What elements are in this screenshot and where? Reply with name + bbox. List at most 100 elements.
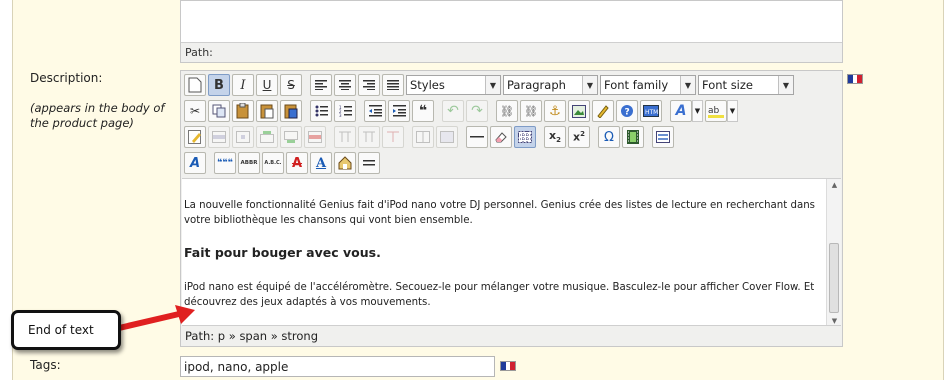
edit-icon[interactable] (184, 126, 206, 148)
scroll-up-icon[interactable]: ▲ (827, 179, 841, 191)
nonbreaking-icon[interactable] (358, 152, 380, 174)
delete-row-icon[interactable] (304, 126, 326, 148)
insert-row-before-icon[interactable] (256, 126, 278, 148)
styles-select[interactable]: Styles ▼ (406, 75, 501, 95)
align-center-icon[interactable] (334, 74, 356, 96)
del-icon[interactable]: A (286, 152, 308, 174)
content-paragraph: iPod nano est équipé de l'accéléromètre.… (184, 282, 815, 308)
chevron-down-icon: ▼ (485, 76, 500, 94)
paste-text-icon[interactable] (256, 100, 278, 122)
chevron-down-icon[interactable]: ▼ (727, 100, 738, 122)
chevron-down-icon: ▼ (778, 76, 793, 94)
previous-editor[interactable]: Path: (180, 0, 843, 63)
strikethrough-icon[interactable]: S (280, 74, 302, 96)
outdent-icon[interactable] (364, 100, 386, 122)
italic-icon[interactable]: I (232, 74, 254, 96)
format-select-value: Paragraph (507, 78, 566, 92)
insert-row-after-icon[interactable] (280, 126, 302, 148)
svg-text:ab: ab (708, 106, 720, 116)
underline-icon[interactable]: U (256, 74, 278, 96)
svg-text:3: 3 (339, 113, 342, 117)
background-color-button[interactable]: ab ▼ (705, 100, 738, 122)
style-props-icon[interactable]: A (184, 152, 206, 174)
special-char-icon[interactable]: Ω (598, 126, 620, 148)
text-color-button[interactable]: A ▼ (670, 100, 703, 122)
description-hint: (appears in the body of the product page… (30, 101, 165, 130)
help-icon[interactable]: ? (616, 100, 638, 122)
align-left-icon[interactable] (310, 74, 332, 96)
delete-col-icon[interactable] (382, 126, 404, 148)
merge-cells-icon[interactable] (436, 126, 458, 148)
callout-text: End of text (28, 323, 94, 337)
cell-props-icon[interactable] (232, 126, 254, 148)
indent-icon[interactable] (388, 100, 410, 122)
numbered-list-icon[interactable]: 123 (334, 100, 356, 122)
editor-content-area[interactable]: La nouvelle fonctionnalité Genius fait d… (182, 178, 841, 326)
format-select[interactable]: Paragraph ▼ (503, 75, 598, 95)
svg-text:HTML: HTML (645, 109, 659, 116)
media-icon[interactable] (622, 126, 644, 148)
font-size-select[interactable]: Font size ▼ (698, 75, 794, 95)
chevron-down-icon: ▼ (582, 76, 597, 94)
copy-icon[interactable] (208, 100, 230, 122)
tags-input[interactable]: ipod, nano, apple (180, 356, 495, 377)
insert-col-before-icon[interactable] (334, 126, 356, 148)
right-margin (943, 0, 949, 380)
scrollbar-thumb[interactable] (829, 243, 839, 313)
editor-scrollbar[interactable]: ▲ ▼ (826, 179, 841, 326)
bullet-list-icon[interactable] (310, 100, 332, 122)
unlink-icon[interactable]: ⛓ (520, 100, 542, 122)
editor-path-bar: Path: p » span » strong (182, 325, 841, 345)
annotation-arrow (116, 305, 195, 331)
language-flag-icon[interactable] (847, 74, 863, 84)
annotation-callout: End of text (11, 310, 121, 350)
row-props-icon[interactable] (208, 126, 230, 148)
image-icon[interactable] (568, 100, 590, 122)
html-source-icon[interactable]: HTML (640, 100, 662, 122)
styles-select-value: Styles (410, 78, 445, 92)
template-icon[interactable] (652, 126, 674, 148)
description-label: Description: (30, 71, 103, 85)
redo-icon[interactable]: ↷ (466, 100, 488, 122)
text-color-icon[interactable]: A (670, 100, 692, 122)
anchor-icon[interactable]: ⚓ (544, 100, 566, 122)
insert-col-after-icon[interactable] (358, 126, 380, 148)
new-document-icon[interactable] (184, 74, 206, 96)
paste-word-icon[interactable] (280, 100, 302, 122)
link-icon[interactable]: ⛓ (496, 100, 518, 122)
abbr-icon[interactable]: ABBR (238, 152, 260, 174)
acronym-icon[interactable]: A.B.C. (262, 152, 284, 174)
toolbar-row-2: ✂ 123 ❝ ↶ ↷ ⛓ ⛓ ⚓ ? HTM A ▼ ab ▼ (184, 99, 738, 123)
visual-aid-icon[interactable] (514, 126, 536, 148)
description-editor: B I U S Styles ▼ Paragraph ▼ Font family… (180, 70, 843, 347)
previous-editor-path-bar: Path: (181, 42, 842, 62)
font-size-select-value: Font size (702, 78, 753, 92)
cut-icon[interactable]: ✂ (184, 100, 206, 122)
subscript-icon[interactable]: x2 (544, 126, 566, 148)
toolbar-row-1: B I U S Styles ▼ Paragraph ▼ Font family… (184, 73, 794, 97)
language-flag-icon[interactable] (500, 361, 516, 371)
undo-icon[interactable]: ↶ (442, 100, 464, 122)
svg-text:?: ? (625, 108, 630, 118)
font-family-select-value: Font family (604, 78, 669, 92)
ins-icon[interactable]: A (310, 152, 332, 174)
paste-icon[interactable] (232, 100, 254, 122)
highlight-color-icon[interactable]: ab (705, 100, 727, 122)
cite-icon[interactable]: ❝❝❝ (214, 152, 236, 174)
cleanup-icon[interactable] (592, 100, 614, 122)
attributes-icon[interactable] (334, 152, 356, 174)
font-family-select[interactable]: Font family ▼ (600, 75, 696, 95)
align-justify-icon[interactable] (382, 74, 404, 96)
bold-icon[interactable]: B (208, 74, 230, 96)
remove-format-icon[interactable] (490, 126, 512, 148)
chevron-down-icon[interactable]: ▼ (692, 100, 703, 122)
superscript-icon[interactable]: x2 (568, 126, 590, 148)
content-heading: Fait pour bouger avec vous. (184, 245, 381, 260)
toolbar-row-3: x2 x2 Ω (184, 125, 674, 149)
align-right-icon[interactable] (358, 74, 380, 96)
horizontal-rule-icon[interactable] (466, 126, 488, 148)
blockquote-icon[interactable]: ❝ (412, 100, 434, 122)
split-cells-icon[interactable] (412, 126, 434, 148)
content-paragraph: La nouvelle fonctionnalité Genius fait d… (184, 200, 815, 226)
toolbar-row-4: A ❝❝❝ ABBR A.B.C. A A (184, 151, 380, 175)
